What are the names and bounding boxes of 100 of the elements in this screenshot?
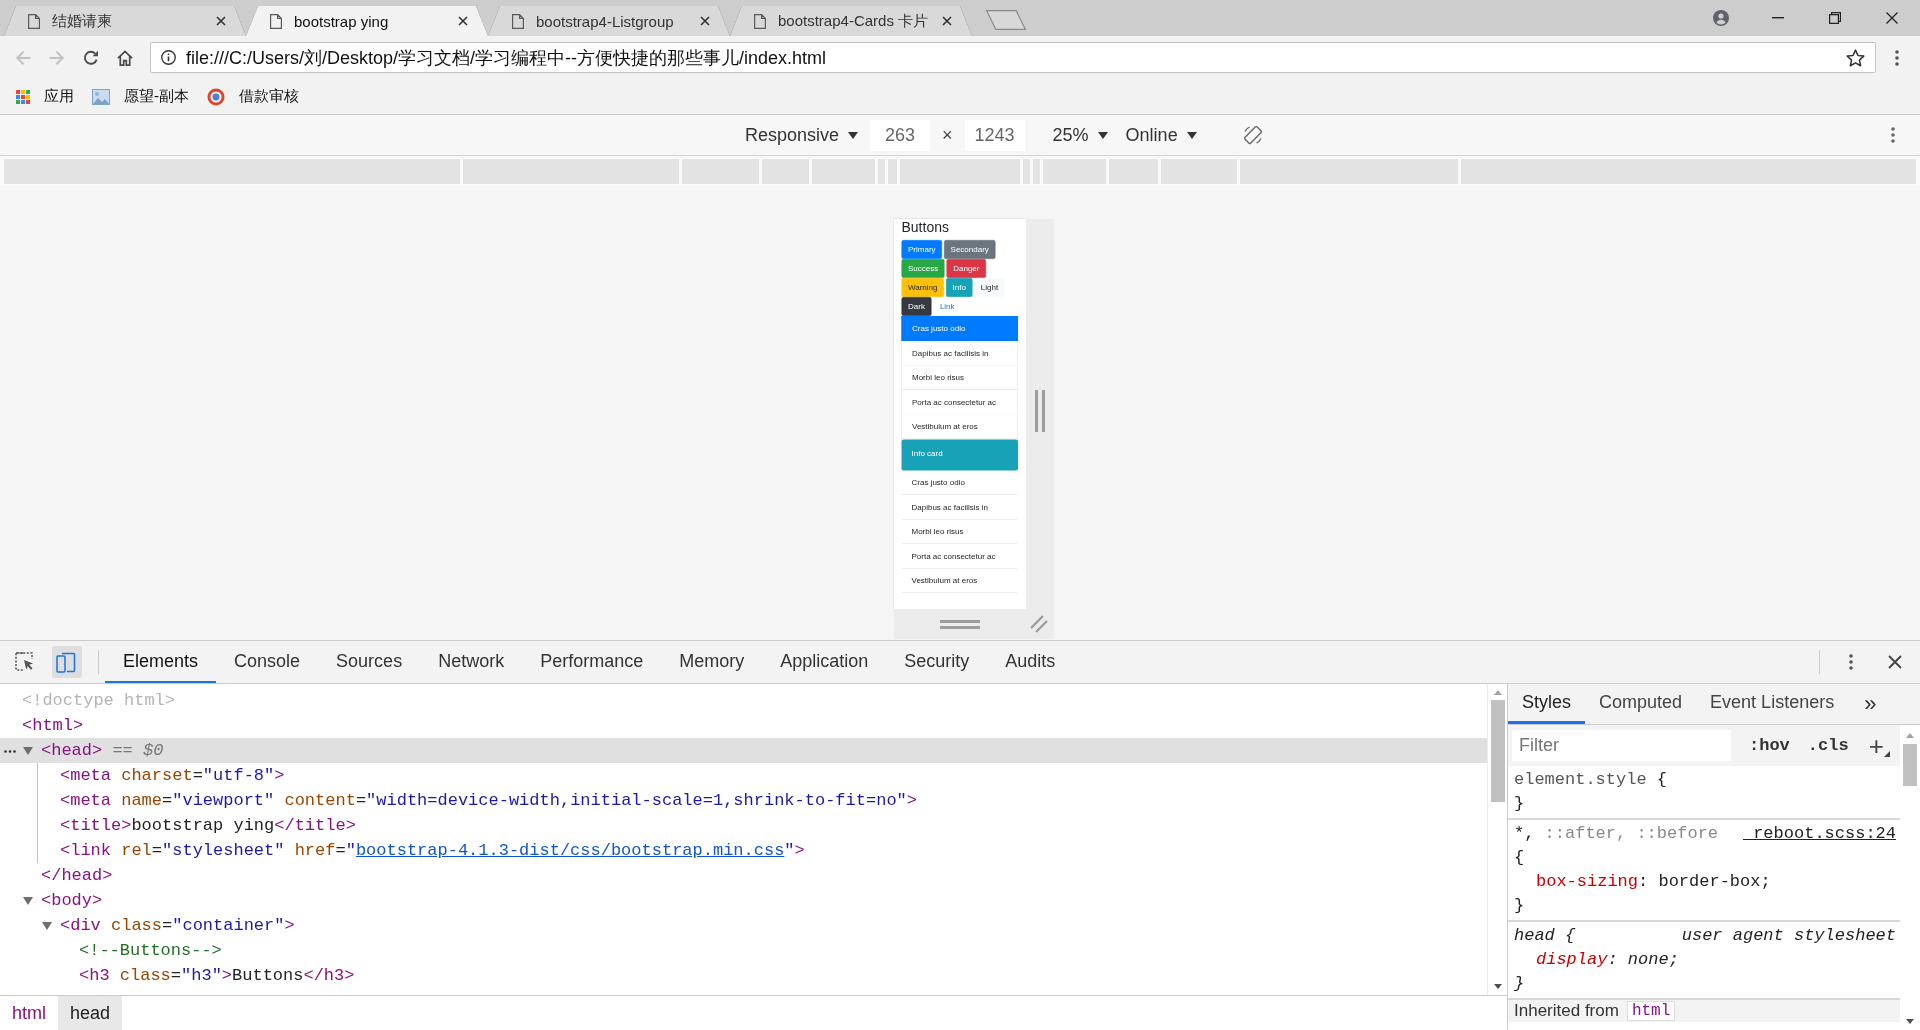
forward-arrow-icon: [49, 49, 65, 66]
resize-corner-icon[interactable]: [1030, 615, 1048, 633]
dom-node[interactable]: <head> == $0: [0, 738, 1487, 763]
close-icon[interactable]: [700, 16, 710, 26]
dom-node[interactable]: <link rel="stylesheet" href="bootstrap-4.1.3-dist/css/bootstrap.min.css">: [0, 838, 1487, 863]
element-chip[interactable]: html: [1626, 1001, 1676, 1021]
preview-button[interactable]: Secondary: [944, 239, 996, 259]
sidebar-tab[interactable]: Event Listeners: [1696, 684, 1849, 724]
browser-tab[interactable]: bootstrap4-Cards 卡片: [730, 6, 972, 36]
list-item[interactable]: Cras justo odio: [901, 470, 1018, 495]
dom-node[interactable]: <meta charset="utf-8">: [0, 763, 1487, 788]
throttling-dropdown[interactable]: Online: [1113, 119, 1209, 151]
preview-button[interactable]: Dark: [901, 296, 932, 316]
bookmark[interactable]: 借款审核: [199, 82, 307, 111]
hover-state-toggle[interactable]: :hov: [1749, 736, 1790, 755]
caret-icon: [848, 131, 859, 139]
more-icon[interactable]: [4, 750, 16, 753]
dom-node[interactable]: <meta name="viewport" content="width=device-width,initial-scale=1,shrink-to-fit=no">: [0, 788, 1487, 813]
new-rule-button[interactable]: +: [1868, 732, 1890, 759]
new-tab-button[interactable]: [986, 10, 1026, 30]
bookmark[interactable]: 应用: [8, 82, 82, 111]
browser-tab[interactable]: 结婚请柬: [4, 6, 246, 36]
scroll-up-arrow-icon[interactable]: [1493, 690, 1502, 695]
stylesheet-link[interactable]: bootstrap-4.1.3-dist/css/bootstrap.min.css: [355, 841, 785, 860]
device-dropdown[interactable]: Responsive: [733, 119, 871, 151]
list-item[interactable]: Morbi leo risus: [901, 365, 1018, 390]
inherited-label: Inherited from: [1514, 1001, 1619, 1021]
dom-node[interactable]: </head>: [0, 863, 1487, 888]
class-toggle[interactable]: .cls: [1807, 736, 1849, 755]
devtools-tab[interactable]: Memory: [661, 641, 763, 683]
rotate-icon: [1241, 124, 1264, 146]
list-item[interactable]: Vestibulum at eros: [901, 568, 1018, 593]
close-icon[interactable]: [216, 16, 226, 26]
breadcrumb[interactable]: head: [58, 996, 123, 1030]
list-item[interactable]: Vestibulum at eros: [901, 414, 1018, 439]
filter-field[interactable]: Filter: [1512, 730, 1731, 761]
css-declaration: box-sizing: border-box;: [1535, 871, 1772, 893]
caret-icon: [1097, 131, 1108, 139]
dom-node[interactable]: <title>bootstrap ying</title>: [0, 813, 1487, 838]
scrollbar[interactable]: [1487, 684, 1507, 995]
more-tabs-button[interactable]: »: [1848, 684, 1889, 724]
dom-node[interactable]: <div class="container">: [0, 913, 1487, 938]
resize-bar[interactable]: [1026, 219, 1054, 609]
preview-button[interactable]: Primary: [901, 239, 943, 259]
page-heading: Buttons: [901, 219, 950, 236]
close-icon[interactable]: [942, 16, 952, 26]
browser-tab[interactable]: bootstrap ying: [246, 6, 488, 36]
rule-selector: head {: [1514, 925, 1576, 947]
source-link[interactable]: _reboot.scss:24: [1742, 822, 1896, 846]
browser-tab[interactable]: bootstrap4-Listgroup: [488, 6, 730, 36]
minimize-icon: [1771, 17, 1784, 19]
document-icon: [754, 13, 766, 29]
device-toggle-button[interactable]: [52, 646, 82, 678]
devtools-tab[interactable]: Performance: [522, 641, 662, 683]
zoom-dropdown[interactable]: 25%: [1040, 119, 1114, 151]
dom-node[interactable]: <!--Buttons-->: [0, 938, 1487, 963]
list-item[interactable]: Cras justo odio: [901, 315, 1018, 341]
list-item[interactable]: Morbi leo risus: [901, 519, 1018, 544]
ring-icon: [207, 87, 225, 106]
close-icon[interactable]: [458, 16, 468, 26]
grip-icon: [940, 619, 980, 629]
dom-node[interactable]: <body>: [0, 888, 1487, 913]
info-icon: [161, 50, 176, 65]
scrollbar-thumb[interactable]: [1903, 744, 1917, 786]
apps-grid-icon: [16, 89, 30, 104]
dom-node[interactable]: <html>: [0, 713, 1487, 738]
devtools-tab[interactable]: Application: [762, 641, 887, 683]
caret-down-icon[interactable]: [23, 896, 33, 905]
dom-node[interactable]: <h3 class="h3">Buttons</h3>: [0, 963, 1487, 988]
width-field[interactable]: 263: [870, 119, 931, 151]
star-icon[interactable]: [1846, 48, 1865, 67]
rule-origin: user agent stylesheet: [1681, 925, 1896, 947]
close-icon: [1888, 655, 1902, 669]
resize-bar[interactable]: [894, 609, 1054, 639]
scroll-down-arrow-icon[interactable]: [1493, 984, 1502, 989]
devtools-tab[interactable]: Network: [420, 641, 523, 683]
devices-icon: [56, 651, 78, 673]
scroll-down-arrow-icon[interactable]: [1906, 1019, 1914, 1024]
devtools-tab[interactable]: Console: [216, 641, 319, 683]
breadcrumb[interactable]: html: [0, 996, 58, 1030]
caret-down-icon[interactable]: [42, 921, 52, 930]
preview-button[interactable]: Light: [974, 277, 1005, 297]
devtools-tab[interactable]: Security: [886, 641, 988, 683]
sidebar-tab[interactable]: Computed: [1585, 684, 1697, 724]
preview-button[interactable]: Danger: [946, 258, 986, 278]
preview-link[interactable]: Link: [933, 296, 962, 316]
bookmark[interactable]: 愿望-副本: [84, 82, 197, 111]
scrollbar-thumb[interactable]: [1490, 700, 1505, 802]
height-field[interactable]: 1243: [964, 119, 1025, 151]
address-field[interactable]: file:///C:/Users/刘/Desktop/学习文档/学习编程中--方便快捷的那些事儿/index.html: [150, 42, 1876, 73]
devtools-tab[interactable]: Sources: [318, 641, 421, 683]
devtools-tab[interactable]: Audits: [987, 641, 1074, 683]
list-item[interactable]: Dapibus ac facilisis in: [901, 494, 1018, 520]
rule-brace: {: [1514, 847, 1526, 869]
preview-button[interactable]: Warning: [901, 277, 944, 297]
list-item[interactable]: Porta ac consectetur ac: [901, 543, 1018, 569]
rule-brace: }: [1514, 895, 1526, 917]
caret-down-icon[interactable]: [23, 746, 33, 755]
rule-selector: *, ::after, ::before: [1514, 823, 1719, 845]
scroll-up-arrow-icon[interactable]: [1906, 733, 1914, 738]
